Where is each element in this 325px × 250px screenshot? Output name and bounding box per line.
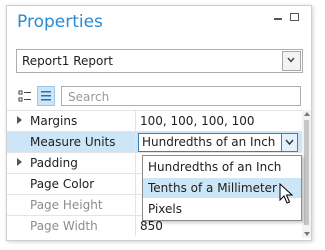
combo-dropdown-button[interactable] [282,51,301,71]
object-selector-combo[interactable]: Report1 Report [16,49,303,73]
column-divider [135,132,136,152]
column-divider [135,153,136,173]
property-name: Padding [30,156,78,170]
column-divider [135,195,136,215]
dropdown-option[interactable]: Hundredths of an Inch [143,157,301,177]
categorized-icon [18,90,31,102]
search-input[interactable]: Search [61,86,301,106]
expand-arrow-icon[interactable] [17,158,22,166]
column-divider [135,216,136,236]
property-name: Page Color [30,177,95,191]
search-placeholder: Search [68,90,110,104]
measure-units-dropdown-list: Hundredths of an Inch Tenths of a Millim… [142,155,302,221]
property-name: Page Height [30,198,103,212]
property-value: 100, 100, 100, 100 [140,114,255,128]
pin-icon[interactable] [274,18,282,20]
column-divider [135,111,136,131]
mouse-pointer-icon [279,183,293,204]
property-value: 850 [140,219,163,233]
property-value: Hundredths of an Inch [142,135,276,149]
maximize-icon[interactable] [290,13,299,21]
alphabetical-icon [41,91,51,101]
chevron-down-icon [285,139,294,146]
object-selector-value: Report1 Report [22,54,114,68]
properties-panel: Properties Report1 Report Search Margins… [6,5,312,241]
property-row-margins[interactable]: Margins 100, 100, 100, 100 [7,110,311,131]
chevron-down-icon [287,57,295,63]
dropdown-option[interactable]: Pixels [143,199,301,219]
scroll-thumb[interactable] [304,120,309,225]
scroll-down-icon[interactable] [304,232,310,236]
vertical-scrollbar[interactable] [302,110,311,238]
alphabetical-view-button[interactable] [37,86,55,106]
option-label: Tenths of a Millimeter [148,181,277,195]
dropdown-option-highlighted[interactable]: Tenths of a Millimeter [143,178,301,198]
option-label: Hundredths of an Inch [148,160,282,174]
expand-arrow-icon[interactable] [17,116,22,124]
option-label: Pixels [148,202,183,216]
editor-dropdown-button[interactable] [281,134,297,151]
property-row-measure-units[interactable]: Measure Units Hundredths of an Inch [7,131,311,152]
scroll-up-icon[interactable] [304,112,310,116]
property-name: Page Width [30,219,98,233]
panel-title: Properties [17,12,103,32]
categorized-view-button[interactable] [16,86,34,106]
column-divider [135,174,136,194]
property-name: Margins [30,114,78,128]
measure-units-editor[interactable]: Hundredths of an Inch [138,133,298,152]
property-name: Measure Units [30,135,116,149]
